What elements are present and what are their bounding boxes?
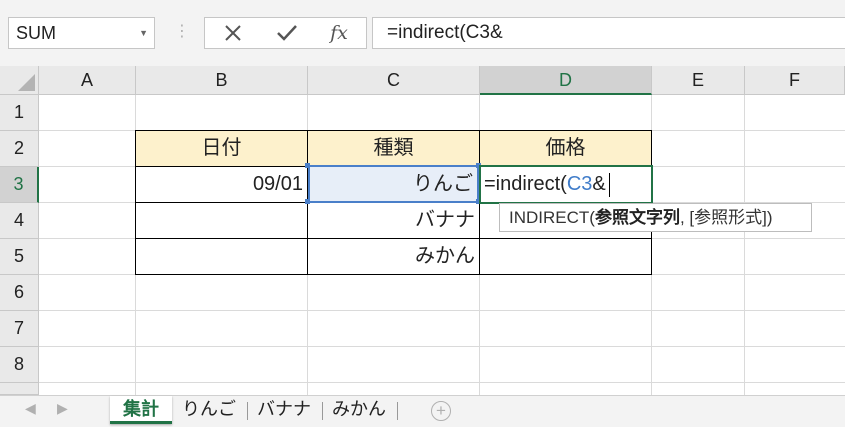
select-all-button[interactable] (0, 66, 39, 95)
text-caret (608, 172, 610, 197)
reference-handle-bottom-left[interactable] (305, 199, 310, 204)
tooltip-function-name[interactable]: INDIRECT( (509, 208, 595, 227)
cell-d3-editing[interactable]: =indirect(C3& (479, 165, 653, 204)
close-icon[interactable] (213, 18, 253, 48)
name-box-value: SUM (16, 23, 56, 43)
select-all-triangle-icon (18, 74, 35, 91)
tooltip-current-argument[interactable]: 参照文字列 (595, 208, 680, 227)
row-header-2[interactable]: 2 (0, 131, 39, 167)
sheet-tab-bar: ◀ ▶ 集計 りんご バナナ みかん + (0, 395, 845, 427)
tab-scroll-left-icon[interactable]: ◀ (25, 400, 36, 417)
column-header-e[interactable]: E (652, 66, 745, 95)
cell-c4[interactable]: バナナ (307, 202, 480, 239)
column-header-a[interactable]: A (39, 66, 136, 95)
cell-c3-referenced[interactable]: りんご (308, 165, 479, 203)
tab-scroll-right-icon[interactable]: ▶ (57, 400, 68, 417)
tab-separator (247, 402, 248, 420)
row-header-1[interactable]: 1 (0, 95, 39, 131)
d3-formula-ref: C3 (566, 173, 593, 195)
cell-d2-header[interactable]: 価格 (479, 130, 652, 167)
cell-b4[interactable] (135, 202, 308, 239)
reference-handle-top-left[interactable] (305, 163, 310, 168)
formula-input[interactable]: =indirect(C3& (372, 17, 845, 49)
column-header-b[interactable]: B (136, 66, 308, 95)
row-header-6[interactable]: 6 (0, 275, 39, 311)
cell-c5[interactable]: みかん (307, 238, 480, 275)
chevron-down-icon[interactable]: ▼ (139, 18, 148, 48)
sheet-tab-mikan[interactable]: みかん (325, 396, 393, 424)
cell-b3[interactable]: 09/01 (135, 166, 308, 203)
row-header-5[interactable]: 5 (0, 239, 39, 275)
tooltip-remaining-arguments[interactable]: , [参照形式]) (680, 208, 773, 227)
grip-icon[interactable]: ⋮ (174, 19, 190, 45)
cell-b5[interactable] (135, 238, 308, 275)
cell-d5[interactable] (479, 238, 652, 275)
insert-function-button[interactable]: fx (319, 18, 359, 48)
d3-formula-suffix: & (592, 173, 606, 195)
row-header-7[interactable]: 7 (0, 311, 39, 347)
cell-c2-header[interactable]: 種類 (307, 130, 480, 167)
sheet-tab-apple[interactable]: りんご (176, 396, 242, 424)
formula-buttons: fx (204, 17, 367, 49)
plus-circle-icon[interactable]: + (431, 401, 451, 421)
row-header-9[interactable] (0, 383, 39, 395)
column-header-f[interactable]: F (745, 66, 845, 95)
function-argument-tooltip: INDIRECT(参照文字列, [参照形式]) (499, 203, 812, 232)
column-header-c[interactable]: C (308, 66, 480, 95)
name-box[interactable]: SUM ▼ (8, 17, 155, 49)
d3-formula-prefix: =indirect( (484, 173, 567, 195)
row-header-3[interactable]: 3 (0, 167, 39, 203)
check-icon[interactable] (267, 18, 307, 48)
formula-bar: SUM ▼ ⋮ fx =indirect(C3& (0, 0, 845, 66)
row-header-8[interactable]: 8 (0, 347, 39, 383)
sheet-tab-summary[interactable]: 集計 (110, 396, 172, 424)
row-header-4[interactable]: 4 (0, 203, 39, 239)
tab-separator (397, 402, 398, 420)
cell-b2-header[interactable]: 日付 (135, 130, 308, 167)
tab-separator (322, 402, 323, 420)
column-header-d[interactable]: D (480, 66, 652, 95)
sheet-tab-banana[interactable]: バナナ (250, 396, 318, 424)
